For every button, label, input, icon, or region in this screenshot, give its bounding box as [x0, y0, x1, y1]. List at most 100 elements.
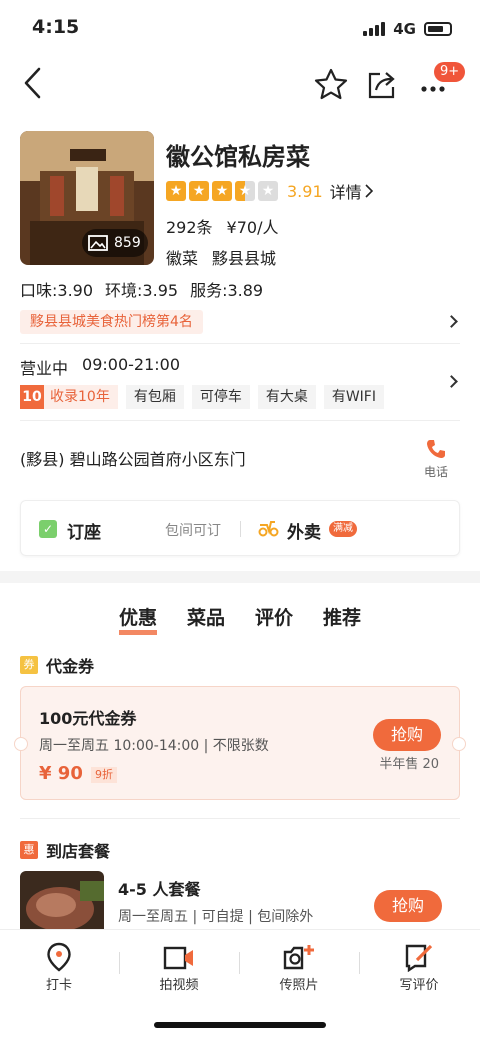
- voucher-time: 周一至周五 10:00-14:00 | 不限张数: [39, 738, 269, 754]
- phone-button[interactable]: 电话: [416, 438, 456, 480]
- chevron-right-icon: [365, 184, 373, 198]
- write-review-icon: [369, 940, 469, 974]
- review-count: 292条: [166, 218, 213, 237]
- buy-button[interactable]: 抢购: [373, 719, 441, 751]
- voucher-section-title: 券 代金券: [20, 653, 94, 677]
- checkin-label: 打卡: [45, 978, 72, 993]
- photo-upload-label: 传照片: [279, 978, 319, 993]
- deal-icon: 惠: [20, 841, 38, 859]
- photo-count-label: 859: [114, 235, 141, 251]
- network-label: 4G: [393, 20, 416, 38]
- cuisine: 徽菜: [166, 249, 199, 268]
- reserve-sub: 包间可订: [165, 523, 221, 539]
- feature-tags: 10 收录10年 有包厢 可停车 有大桌 有WIFI: [20, 385, 384, 409]
- avg-price: ¥70/人: [226, 218, 279, 237]
- rating-row[interactable]: ★ ★ ★ ★ ★ 3.91 详情: [166, 179, 373, 203]
- notification-badge: 9+: [434, 62, 466, 82]
- package-section-title: 惠 到店套餐: [20, 838, 110, 862]
- star-icon: ★: [166, 181, 186, 201]
- rating-detail-link[interactable]: 详情: [330, 179, 362, 203]
- feature-tag: 有WIFI: [323, 385, 384, 409]
- status-indicators: 4G: [363, 20, 452, 38]
- booking-card: ✓ 订座 包间可订 外卖 满减: [20, 500, 460, 556]
- voucher-sold: 半年售 20: [379, 757, 439, 772]
- voucher-card[interactable]: 100元代金券 周一至周五 10:00-14:00 | 不限张数 ¥ 90 9折…: [14, 686, 466, 800]
- favorite-star-icon[interactable]: [314, 68, 348, 104]
- feature-tag: 有大桌: [257, 385, 316, 409]
- coupon-icon: 券: [20, 656, 38, 674]
- package-title: 4-5 人套餐: [118, 880, 201, 899]
- star-half-icon: ★: [235, 181, 255, 201]
- signal-icon: [363, 22, 386, 36]
- write-review-label: 写评价: [399, 978, 439, 993]
- package-section-label: 到店套餐: [46, 842, 111, 861]
- video-camera-icon: [129, 940, 229, 974]
- voucher-section-label: 代金券: [46, 657, 95, 676]
- stats-row: 292条 ¥70/人: [166, 214, 278, 238]
- business-hours[interactable]: 营业中 09:00-21:00: [20, 355, 180, 379]
- delivery-button[interactable]: 外卖: [287, 518, 321, 543]
- address[interactable]: (黟县) 碧山路公园首府小区东门: [20, 446, 246, 470]
- tab-reviews[interactable]: 评价: [255, 603, 293, 637]
- feature-tag: 有包厢: [125, 385, 184, 409]
- open-status: 营业中: [20, 359, 69, 378]
- video-label: 拍视频: [159, 978, 199, 993]
- separator: [359, 952, 360, 974]
- share-icon[interactable]: [366, 68, 398, 104]
- chevron-right-icon[interactable]: [445, 315, 458, 328]
- top-nav: 9+: [0, 60, 480, 110]
- tab-dishes[interactable]: 菜品: [187, 603, 225, 637]
- star-icon: ★: [189, 181, 209, 201]
- check-icon: ✓: [39, 520, 57, 538]
- voucher-title: 100元代金券: [39, 709, 137, 728]
- shop-name: 徽公馆私房菜: [166, 143, 310, 171]
- phone-icon: [427, 440, 445, 458]
- discount-badge: 满减: [329, 521, 357, 537]
- sub-scores: 口味:3.90 环境:3.95 服务:3.89: [20, 277, 263, 301]
- years-tag: 10 收录10年: [20, 385, 118, 409]
- battery-icon: [424, 22, 452, 36]
- area-row: 徽菜 黟县县城: [166, 245, 276, 269]
- content-tabs: 优惠 菜品 评价 推荐: [0, 603, 480, 637]
- area: 黟县县城: [212, 249, 277, 268]
- service-score: 服务:3.89: [190, 281, 264, 300]
- home-indicator[interactable]: [154, 1022, 326, 1028]
- taste-score: 口味:3.90: [20, 281, 94, 300]
- photo-upload-button[interactable]: 传照片: [249, 940, 349, 993]
- checkin-button[interactable]: 打卡: [9, 940, 109, 993]
- tab-deals[interactable]: 优惠: [118, 603, 157, 637]
- years-number: 10: [20, 385, 44, 409]
- package-sub: 周一至周五 | 可自提 | 包间除外: [118, 909, 314, 925]
- reserve-button[interactable]: 订座: [67, 518, 101, 543]
- open-time: 09:00-21:00: [82, 355, 181, 374]
- voucher-discount: 9折: [91, 767, 117, 783]
- photo-upload-icon: [249, 940, 349, 974]
- package-buy-button[interactable]: 抢购: [374, 890, 442, 922]
- star-empty-icon: ★: [258, 181, 278, 201]
- section-gap: [0, 571, 480, 583]
- separator: [119, 952, 120, 974]
- delivery-icon: [257, 517, 279, 542]
- separator: [239, 952, 240, 974]
- back-icon[interactable]: [22, 66, 42, 104]
- divider: [20, 818, 460, 819]
- phone-label: 电话: [423, 465, 448, 479]
- photo-count[interactable]: 859: [82, 229, 148, 257]
- divider: [20, 343, 460, 344]
- tab-recommend[interactable]: 推荐: [323, 603, 361, 637]
- image-icon: [88, 235, 108, 251]
- feature-tag: 可停车: [191, 385, 250, 409]
- rank-tag[interactable]: 黟县县城美食热门榜第4名: [20, 310, 203, 334]
- separator: [240, 521, 241, 537]
- rating-score: 3.91: [287, 181, 323, 201]
- shop-photo[interactable]: 859: [20, 131, 154, 265]
- voucher-price: ¥ 90: [39, 763, 83, 784]
- status-time: 4:15: [32, 16, 80, 38]
- divider: [20, 420, 460, 421]
- environment-score: 环境:3.95: [105, 281, 179, 300]
- video-button[interactable]: 拍视频: [129, 940, 229, 993]
- chevron-right-icon[interactable]: [445, 375, 458, 388]
- write-review-button[interactable]: 写评价: [369, 940, 469, 993]
- location-pin-icon: [9, 940, 109, 974]
- star-icon: ★: [212, 181, 232, 201]
